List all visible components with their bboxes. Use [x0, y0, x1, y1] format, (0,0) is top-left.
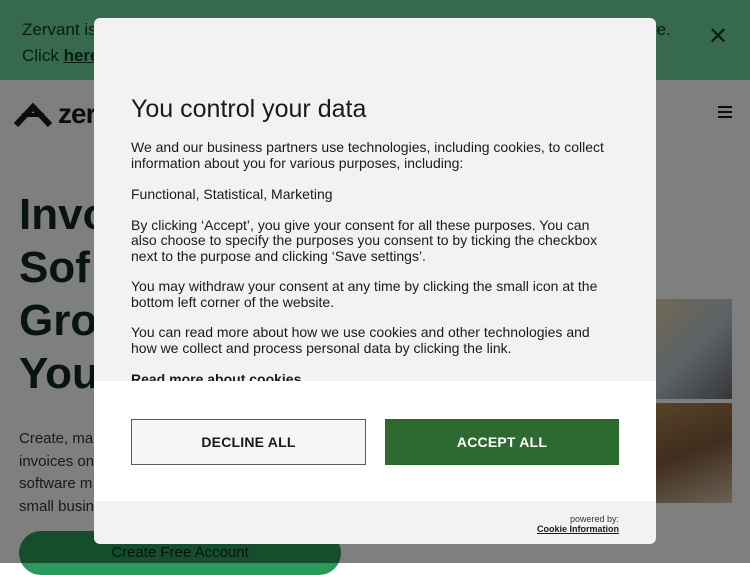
- paragraph-line: bottom left corner of the website.: [131, 293, 335, 310]
- dialog-title: You control your data: [131, 95, 367, 123]
- paragraph-line: how we collect and process personal data…: [131, 339, 512, 356]
- decline-all-button[interactable]: DECLINE ALL: [131, 419, 366, 465]
- powered-by-label: powered by:: [569, 514, 619, 524]
- paragraph-line: By clicking ‘Accept’, you give your cons…: [131, 216, 590, 233]
- cookie-information-link[interactable]: Cookie Information: [537, 524, 619, 534]
- consent-purposes: Functional, Statistical, Marketing: [131, 186, 333, 202]
- powered-by: powered by: Cookie Information: [537, 514, 619, 534]
- consent-text-scroll-area[interactable]: You control your data We and our busines…: [131, 18, 621, 381]
- consent-paragraph-4: You can read more about how we use cooki…: [131, 324, 621, 356]
- paragraph-line: You can read more about how we use cooki…: [131, 324, 590, 340]
- paragraph-line: You may withdraw your consent at any tim…: [131, 278, 598, 294]
- dialog-button-area: DECLINE ALL ACCEPT ALL: [94, 381, 656, 501]
- paragraph-line: information about you for various purpos…: [131, 154, 464, 171]
- cookie-consent-dialog: You control your data We and our busines…: [94, 18, 656, 544]
- consent-paragraph-3: You may withdraw your consent at any tim…: [131, 278, 621, 310]
- paragraph-line: We and our business partners use technol…: [131, 139, 604, 155]
- consent-paragraph-2: By clicking ‘Accept’, you give your cons…: [131, 216, 621, 265]
- paragraph-line: also choose to specify the purposes you …: [131, 232, 598, 248]
- accept-all-button[interactable]: ACCEPT ALL: [385, 419, 619, 465]
- read-more-cookies-link[interactable]: Read more about cookies: [131, 371, 621, 381]
- consent-paragraph-1: We and our business partners use technol…: [131, 139, 621, 171]
- paragraph-line: next to the purpose and clicking ‘Save s…: [131, 247, 426, 264]
